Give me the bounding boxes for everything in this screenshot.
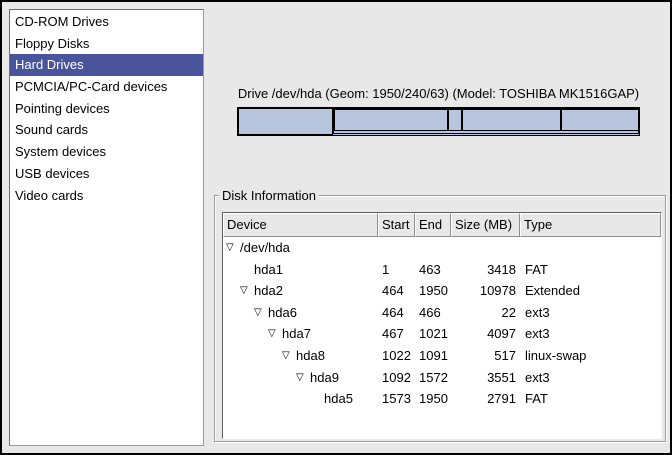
- tree-indent: [226, 273, 240, 274]
- column-header-device[interactable]: Device: [223, 213, 378, 237]
- sidebar-item-pointing-devices[interactable]: Pointing devices: [10, 98, 203, 120]
- sidebar-item-pcmcia-pc-card-devices[interactable]: PCMCIA/PC-Card devices: [10, 76, 203, 98]
- expander-open-icon[interactable]: ▽: [254, 302, 268, 324]
- expander-open-icon[interactable]: ▽: [296, 367, 310, 389]
- size-cell: 3551: [451, 367, 520, 389]
- disk-table: DeviceStartEndSize (MB)Type ▽/dev/hdahda…: [222, 212, 662, 439]
- tree-indent: [226, 381, 296, 382]
- start-cell: 1573: [378, 388, 415, 410]
- disk-information-group: Disk Information DeviceStartEndSize (MB)…: [214, 195, 666, 442]
- size-cell: 4097: [451, 323, 520, 345]
- device-category-list: CD-ROM DrivesFloppy DisksHard DrivesPCMC…: [9, 9, 204, 446]
- tree-indent: [226, 337, 268, 338]
- partition-bar: [237, 107, 640, 136]
- device-name: hda9: [310, 370, 339, 385]
- type-cell: FAT: [520, 259, 661, 281]
- disk-table-row-hda8[interactable]: ▽hda810221091517linux-swap: [223, 345, 661, 367]
- column-header-end[interactable]: End: [415, 213, 451, 237]
- end-cell: 1572: [415, 367, 451, 389]
- tree-indent: [226, 359, 282, 360]
- disk-table-row-hda2[interactable]: ▽hda2464195010978Extended: [223, 280, 661, 302]
- disk-table-row--dev-hda[interactable]: ▽/dev/hda: [223, 237, 661, 259]
- device-cell: ▽hda7: [223, 323, 378, 345]
- disk-table-row-hda6[interactable]: ▽hda646446622ext3: [223, 302, 661, 324]
- column-header-start[interactable]: Start: [378, 213, 415, 237]
- type-cell: FAT: [520, 388, 661, 410]
- expander-open-icon[interactable]: ▽: [268, 323, 282, 345]
- hardware-browser-window: CD-ROM DrivesFloppy DisksHard DrivesPCMC…: [0, 0, 672, 455]
- type-cell: [520, 237, 661, 259]
- size-cell: 2791: [451, 388, 520, 410]
- sidebar-item-cd-rom-drives[interactable]: CD-ROM Drives: [10, 11, 203, 33]
- partition-segment-hda7: [334, 109, 448, 131]
- partition-segment-hda8: [448, 109, 462, 131]
- end-cell: 1950: [415, 388, 451, 410]
- device-name: hda2: [254, 283, 283, 298]
- size-cell: 3418: [451, 259, 520, 281]
- expander-open-icon[interactable]: ▽: [282, 345, 296, 367]
- tree-indent: [226, 294, 240, 295]
- device-name: hda7: [282, 326, 311, 341]
- drive-info-label: Drive /dev/hda (Geom: 1950/240/63) (Mode…: [217, 86, 660, 102]
- type-cell: ext3: [520, 302, 661, 324]
- device-cell: hda5: [223, 388, 378, 410]
- sidebar-item-system-devices[interactable]: System devices: [10, 141, 203, 163]
- tree-indent: [226, 316, 254, 317]
- expander-open-icon[interactable]: ▽: [226, 237, 240, 259]
- start-cell: [378, 237, 415, 259]
- column-header-size-mb-[interactable]: Size (MB): [451, 213, 520, 237]
- size-cell: 10978: [451, 280, 520, 302]
- device-name: hda8: [296, 348, 325, 363]
- sidebar-item-floppy-disks[interactable]: Floppy Disks: [10, 33, 203, 55]
- column-header-type[interactable]: Type: [520, 213, 661, 237]
- partition-segment-hda5: [561, 109, 639, 131]
- tree-indent: [226, 402, 310, 403]
- device-name: hda1: [254, 262, 283, 277]
- start-cell: 464: [378, 302, 415, 324]
- end-cell: 463: [415, 259, 451, 281]
- device-name: /dev/hda: [240, 240, 290, 255]
- start-cell: 1: [378, 259, 415, 281]
- type-cell: ext3: [520, 323, 661, 345]
- end-cell: 1091: [415, 345, 451, 367]
- device-cell: ▽hda6: [223, 302, 378, 324]
- device-cell: ▽/dev/hda: [223, 237, 378, 259]
- sidebar-item-hard-drives[interactable]: Hard Drives: [10, 54, 203, 76]
- start-cell: 467: [378, 323, 415, 345]
- device-name: hda5: [324, 391, 353, 406]
- device-cell: ▽hda9: [223, 367, 378, 389]
- disk-table-row-hda9[interactable]: ▽hda9109215723551ext3: [223, 367, 661, 389]
- disk-table-header: DeviceStartEndSize (MB)Type: [223, 213, 661, 237]
- size-cell: 517: [451, 345, 520, 367]
- type-cell: linux-swap: [520, 345, 661, 367]
- start-cell: 1092: [378, 367, 415, 389]
- partition-segment-hda9: [462, 109, 561, 131]
- device-cell: ▽hda2: [223, 280, 378, 302]
- sidebar-item-sound-cards[interactable]: Sound cards: [10, 119, 203, 141]
- end-cell: 1950: [415, 280, 451, 302]
- device-cell: ▽hda8: [223, 345, 378, 367]
- type-cell: ext3: [520, 367, 661, 389]
- start-cell: 464: [378, 280, 415, 302]
- sidebar-item-video-cards[interactable]: Video cards: [10, 185, 203, 207]
- end-cell: 1021: [415, 323, 451, 345]
- size-cell: 22: [451, 302, 520, 324]
- start-cell: 1022: [378, 345, 415, 367]
- end-cell: [415, 237, 451, 259]
- disk-table-row-hda7[interactable]: ▽hda746710214097ext3: [223, 323, 661, 345]
- partition-segment-hda1: [238, 108, 333, 135]
- disk-table-row-hda1[interactable]: hda1 14633418FAT: [223, 259, 661, 281]
- end-cell: 466: [415, 302, 451, 324]
- sidebar-item-usb-devices[interactable]: USB devices: [10, 163, 203, 185]
- type-cell: Extended: [520, 280, 661, 302]
- device-cell: hda1: [223, 259, 378, 281]
- disk-table-row-hda5[interactable]: hda5 157319502791FAT: [223, 388, 661, 410]
- disk-information-title: Disk Information: [219, 188, 319, 203]
- device-name: hda6: [268, 305, 297, 320]
- expander-open-icon[interactable]: ▽: [240, 280, 254, 302]
- size-cell: [451, 237, 520, 259]
- disk-table-body: ▽/dev/hdahda114633418FAT▽hda246419501097…: [223, 237, 661, 410]
